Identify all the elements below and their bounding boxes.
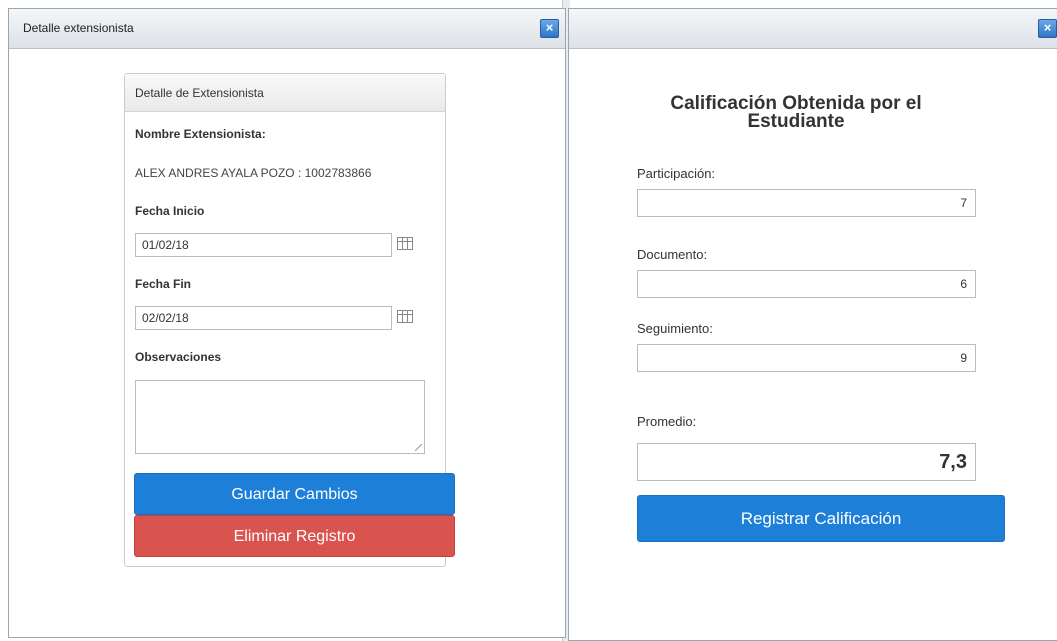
documento-label: Documento: — [637, 247, 708, 262]
panel-heading: Detalle de Extensionista — [125, 74, 445, 112]
observations-textarea[interactable] — [135, 380, 425, 454]
calendar-icon[interactable] — [397, 310, 413, 323]
promedio-label: Promedio: — [637, 414, 697, 429]
save-changes-button[interactable]: Guardar Cambios — [134, 473, 455, 515]
start-date-label: Fecha Inicio — [135, 204, 205, 218]
dialog-titlebar[interactable]: × — [569, 9, 1057, 49]
observations-label: Observaciones — [135, 350, 222, 364]
grade-dialog: × Calificación Obtenida por el Estudiant… — [568, 8, 1057, 641]
end-date-label: Fecha Fin — [135, 277, 192, 291]
dialog-title: Detalle extensionista — [23, 21, 134, 35]
start-date-input[interactable]: 01/02/18 — [135, 233, 392, 257]
delete-record-button[interactable]: Eliminar Registro — [134, 515, 455, 557]
extensionist-detail-dialog: Detalle extensionista × Detalle de Exten… — [8, 8, 566, 638]
dialog-titlebar[interactable]: Detalle extensionista × — [9, 9, 565, 49]
documento-input[interactable]: 6 — [637, 270, 976, 298]
close-icon[interactable]: × — [1038, 19, 1057, 38]
promedio-value: 7,3 — [637, 443, 976, 481]
seguimiento-input[interactable]: 9 — [637, 344, 976, 372]
participacion-input[interactable]: 7 — [637, 189, 976, 217]
name-value: ALEX ANDRES AYALA POZO : 1002783866 — [135, 166, 372, 180]
calendar-icon[interactable] — [397, 237, 413, 250]
close-icon[interactable]: × — [540, 19, 559, 38]
register-grade-button[interactable]: Registrar Calificación — [637, 495, 1005, 542]
detail-panel: Detalle de Extensionista Nombre Extensio… — [124, 73, 455, 567]
name-label: Nombre Extensionista: — [135, 127, 266, 141]
resize-grip-icon[interactable] — [415, 444, 422, 451]
seguimiento-label: Seguimiento: — [637, 321, 713, 336]
grade-heading: Calificación Obtenida por el Estudiante — [670, 93, 922, 132]
participacion-label: Participación: — [637, 166, 716, 181]
end-date-input[interactable]: 02/02/18 — [135, 306, 392, 330]
